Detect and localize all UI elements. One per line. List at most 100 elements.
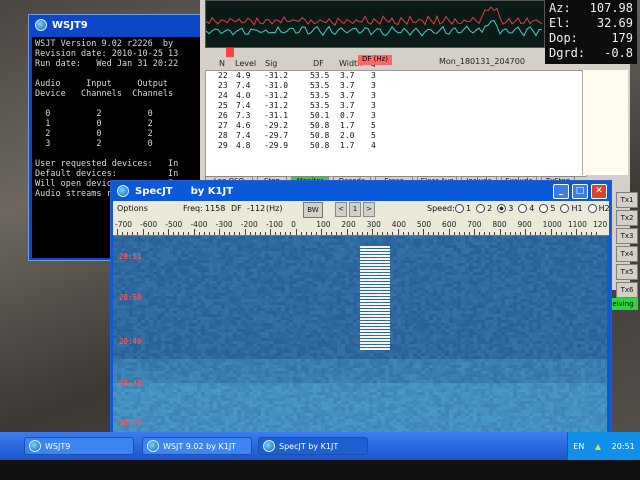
- scale-tick: [234, 232, 236, 235]
- speed-option-2[interactable]: 2: [476, 204, 492, 213]
- scale-tick: [525, 229, 526, 235]
- decode-scrollbar[interactable]: [582, 70, 628, 175]
- speed-option-H1[interactable]: H1: [560, 204, 583, 213]
- scale-tick: [117, 229, 118, 235]
- tx-button-5[interactable]: Tx5: [616, 264, 638, 280]
- scale-tick: [321, 229, 322, 235]
- bw-button[interactable]: BW: [303, 202, 323, 218]
- signal-trace: [360, 321, 390, 323]
- signal-trace: [360, 261, 390, 263]
- decode-cell-n: 23: [218, 81, 228, 90]
- nav-button-0[interactable]: <: [335, 202, 347, 217]
- signal-trace: [360, 336, 390, 338]
- scale-tick: [295, 229, 297, 235]
- speed-option-5[interactable]: 5: [539, 204, 555, 213]
- scale-tick: [224, 232, 226, 235]
- signal-trace: [360, 279, 390, 281]
- scale-tick: [168, 229, 169, 235]
- scale-tick: [545, 232, 547, 235]
- speed-label: Speed:: [427, 204, 455, 213]
- decode-row[interactable]: 26 7.3 -31.1 50.1 0.7 3: [206, 111, 586, 121]
- decode-row[interactable]: 22 4.9 -31.2 53.5 3.7 3: [206, 71, 586, 81]
- scale-tick: [285, 232, 287, 235]
- console-line: 0 2 0: [35, 109, 153, 119]
- scale-tick: [479, 232, 481, 235]
- options-menu[interactable]: Options: [117, 204, 148, 213]
- scale-tick: [127, 232, 129, 235]
- scale-tick: [326, 232, 328, 235]
- decode-header: N Level Sig DF Width Q Mon_180131_204700: [205, 55, 585, 69]
- scale-tick: [407, 232, 409, 235]
- decode-cell-level: 4.6: [236, 121, 251, 130]
- decode-row[interactable]: 27 4.6 -29.2 50.8 1.7 5: [206, 121, 586, 131]
- decode-cell-q: 3: [371, 101, 376, 110]
- nav-button-2[interactable]: >: [363, 202, 375, 217]
- decode-row[interactable]: 23 7.4 -31.0 53.5 3.7 3: [206, 81, 586, 91]
- close-button[interactable]: ✕: [591, 183, 607, 199]
- task-label: WSJT9: [45, 441, 71, 451]
- scale-tick: [142, 229, 144, 235]
- console-line: Run date: Wed Jan 31 20:22: [35, 59, 179, 69]
- scale-tick: [412, 232, 414, 235]
- console-line: Audio Input Output: [35, 79, 169, 89]
- decode-row[interactable]: 25 7.4 -31.2 53.5 3.7 3: [206, 101, 586, 111]
- speed-option-3[interactable]: 3: [497, 204, 513, 213]
- scale-tick: [550, 229, 552, 235]
- scale-tick: [178, 232, 180, 235]
- tx-button-6[interactable]: Tx6: [616, 282, 638, 298]
- radio-icon: [476, 204, 486, 213]
- speed-option-4[interactable]: 4: [518, 204, 534, 213]
- minimize-button[interactable]: _: [553, 183, 569, 199]
- monitor-bezel: [0, 460, 640, 480]
- scale-tick: [438, 232, 440, 235]
- task-wsjt9[interactable]: WSJT9: [24, 437, 134, 455]
- tx-button-1[interactable]: Tx1: [616, 192, 638, 208]
- speed-option-1[interactable]: 1: [455, 204, 471, 213]
- radio-icon: [539, 204, 549, 213]
- spectrum-trace: [206, 6, 543, 37]
- tx-button-4[interactable]: Tx4: [616, 246, 638, 262]
- scale-tick: [198, 232, 200, 235]
- waterfall-display[interactable]: 20:51 20:50 20:49 20:48 20:47: [113, 236, 607, 437]
- clock[interactable]: 20:51: [612, 442, 635, 451]
- scale-tick: [428, 232, 430, 235]
- decode-cell-level: 7.4: [236, 81, 251, 90]
- header-n: N: [219, 59, 225, 68]
- decode-row[interactable]: 28 7.4 -29.7 50.8 2.0 5: [206, 131, 586, 141]
- specjt-titlebar[interactable]: SpecJT by K1JT _ □ ✕: [111, 181, 611, 201]
- tx-button-2[interactable]: Tx2: [616, 210, 638, 226]
- decode-row[interactable]: 29 4.8 -29.9 50.8 1.7 4: [206, 141, 586, 151]
- decode-cell-df: 50.8: [310, 141, 330, 150]
- task-wsjt-main[interactable]: WSJT 9.02 by K1JT: [142, 437, 252, 455]
- speed-option-H2[interactable]: H2: [587, 204, 610, 213]
- scale-tick-label: -500: [165, 220, 183, 229]
- scale-tick-label: 600: [442, 220, 457, 229]
- signal-trace: [360, 348, 390, 350]
- decode-row[interactable]: 24 4.0 -31.2 53.5 3.7 3: [206, 91, 586, 101]
- tx-button-column: Tx1 Tx2 Tx3 Tx4 Tx5 Tx6: [616, 192, 638, 300]
- task-specjt[interactable]: SpecJT by K1JT: [258, 437, 368, 455]
- waterfall-noise: [113, 236, 607, 437]
- tx-button-3[interactable]: Tx3: [616, 228, 638, 244]
- receiving-indicator: eiving: [608, 298, 638, 310]
- scale-tick-label: -700: [115, 220, 133, 229]
- decode-cell-df: 50.8: [310, 121, 330, 130]
- scale-tick: [203, 232, 205, 235]
- df-hz-badge: DF (Hz): [358, 55, 393, 65]
- console-titlebar[interactable]: WSJT9: [29, 15, 207, 35]
- scale-tick: [382, 232, 384, 235]
- decode-cell-sig: -29.9: [264, 141, 289, 150]
- tray-icon[interactable]: ▲: [595, 442, 601, 451]
- scale-tick-label: -200: [240, 220, 258, 229]
- scale-tick: [397, 229, 399, 235]
- timestamp-label: 20:49: [119, 337, 142, 346]
- console-line: Default devices: In: [35, 169, 179, 179]
- scale-tick: [468, 232, 470, 235]
- maximize-button[interactable]: □: [572, 183, 588, 199]
- signal-trace: [360, 339, 390, 341]
- scale-tick-label: 500: [416, 220, 432, 229]
- scale-tick-label: 800: [492, 220, 507, 229]
- nav-button-1[interactable]: 1: [349, 202, 361, 217]
- decode-cell-level: 7.4: [236, 101, 251, 110]
- language-indicator[interactable]: EN: [573, 442, 584, 451]
